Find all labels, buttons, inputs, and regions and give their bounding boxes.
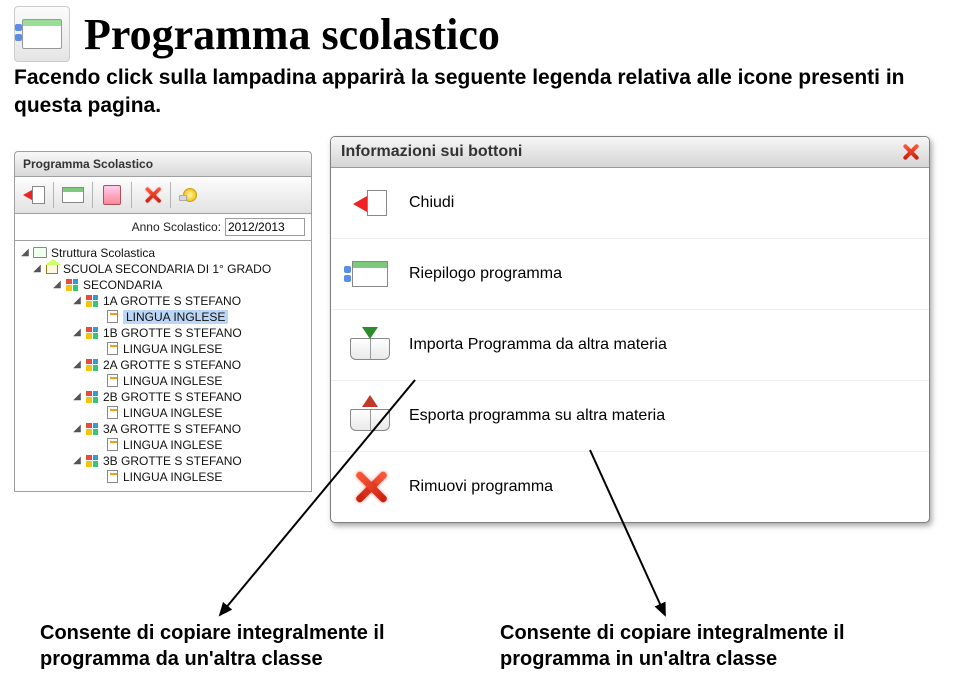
annotation-import: Consente di copiare integralmente il pro… [40,620,400,672]
lightbulb-icon [183,188,197,202]
export-icon [349,395,391,437]
year-input[interactable] [225,218,305,236]
tree-subject[interactable]: LINGUA INGLESE [17,341,309,357]
tree-subject[interactable]: LINGUA INGLESE [17,309,309,325]
info-row-chiudi: Chiudi [331,168,929,239]
delete-button[interactable] [136,181,166,209]
info-label: Importa Programma da altra materia [409,336,667,354]
summary-icon [349,253,391,295]
info-label: Riepilogo programma [409,265,562,283]
pdf-button[interactable] [97,181,127,209]
info-label: Chiudi [409,194,454,212]
tree-view: ◢Struttura Scolastica ◢SCUOLA SECONDARIA… [14,241,312,492]
year-label: Anno Scolastico: [132,220,221,234]
panel-title: Programma Scolastico [14,151,312,176]
close-icon [349,182,391,224]
tree-class[interactable]: ◢1B GROTTE S STEFANO [17,325,309,341]
tree-class[interactable]: ◢1A GROTTE S STEFANO [17,293,309,309]
tree-subject[interactable]: LINGUA INGLESE [17,437,309,453]
remove-icon [349,466,391,508]
tree-school[interactable]: ◢SCUOLA SECONDARIA DI 1° GRADO [17,261,309,277]
tree-subject[interactable]: LINGUA INGLESE [17,405,309,421]
info-title: Informazioni sui bottoni [341,143,522,161]
info-label: Esporta programma su altra materia [409,407,665,425]
page-title: Programma scolastico [84,9,500,60]
tree-subject[interactable]: LINGUA INGLESE [17,373,309,389]
programma-panel: Programma Scolastico Anno Scolastico: ◢S… [14,151,312,492]
info-row-esporta: Esporta programma su altra materia [331,381,929,452]
info-row-importa: Importa Programma da altra materia [331,310,929,381]
import-icon [349,324,391,366]
info-row-riepilogo: Riepilogo programma [331,239,929,310]
tree-class[interactable]: ◢3B GROTTE S STEFANO [17,453,309,469]
tree-class[interactable]: ◢2A GROTTE S STEFANO [17,357,309,373]
summary-button[interactable] [58,181,88,209]
info-panel: Informazioni sui bottoni Chiudi Riepilog… [330,136,930,523]
annotation-export: Consente di copiare integralmente il pro… [500,620,900,672]
tree-subject[interactable]: LINGUA INGLESE [17,469,309,485]
back-button[interactable] [19,181,49,209]
tree-level[interactable]: ◢SECONDARIA [17,277,309,293]
toolbar [14,176,312,214]
tree-class[interactable]: ◢3A GROTTE S STEFANO [17,421,309,437]
app-icon [14,6,70,62]
help-button[interactable] [175,181,205,209]
info-label: Rimuovi programma [409,478,553,496]
intro-text: Facendo click sulla lampadina apparirà l… [0,62,960,127]
info-row-rimuovi: Rimuovi programma [331,452,929,522]
tree-class[interactable]: ◢2B GROTTE S STEFANO [17,389,309,405]
close-button[interactable] [901,143,919,161]
